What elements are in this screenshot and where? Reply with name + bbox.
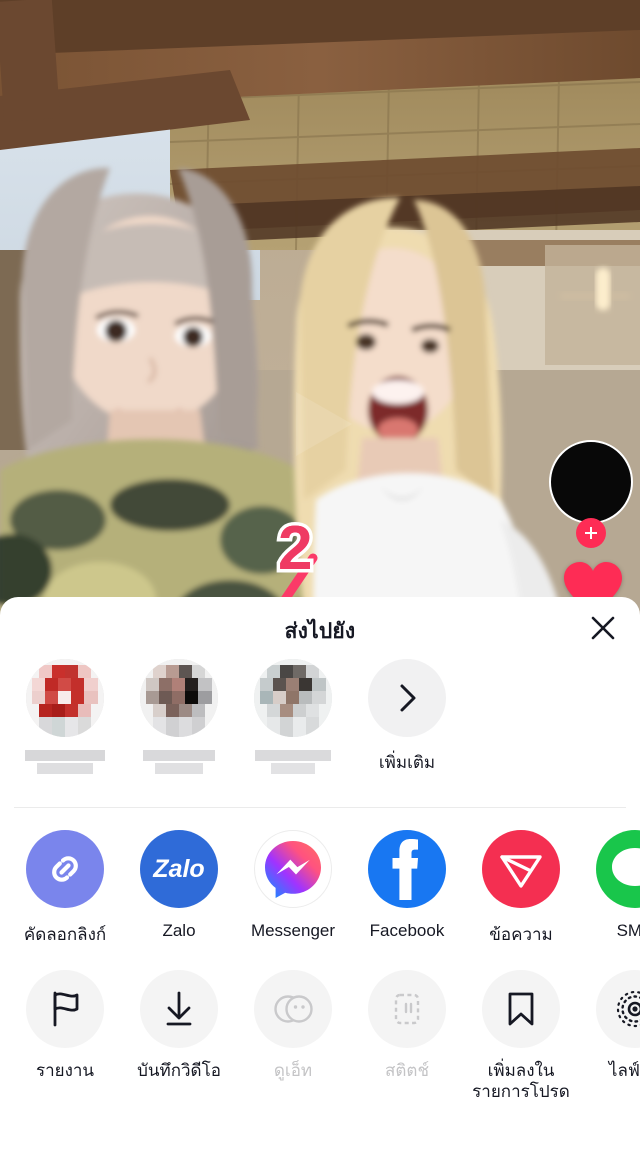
flag-icon xyxy=(53,991,79,1027)
blurred-name-icon xyxy=(25,750,105,774)
follow-button[interactable] xyxy=(576,518,606,548)
sms-bubble-icon xyxy=(612,848,640,886)
plus-icon xyxy=(585,527,597,539)
creator-avatar-wrap[interactable] xyxy=(549,440,633,548)
action-stitch: สติตช์ xyxy=(350,970,464,1081)
facebook-icon xyxy=(392,839,418,900)
tiktok-screen: 2 2 ส่งไปยัง เพิ่มเติม คัดลอกลิงก์ Zalo … xyxy=(0,0,640,1152)
duet-icon xyxy=(274,995,313,1023)
app-label: Messenger xyxy=(250,921,336,940)
friend-name-redacted xyxy=(137,747,221,777)
close-icon xyxy=(591,616,615,640)
share-app-zalo[interactable]: Zalo Zalo xyxy=(122,830,236,941)
live-photo-circle[interactable] xyxy=(596,970,640,1048)
blurred-name-icon xyxy=(143,750,215,774)
link-icon xyxy=(52,856,78,882)
action-label: ไลฟ์โฟ xyxy=(608,1061,640,1080)
friend-item[interactable] xyxy=(122,655,236,777)
action-label: สติตช์ xyxy=(385,1061,429,1080)
report-circle[interactable] xyxy=(26,970,104,1048)
friend-item[interactable] xyxy=(8,655,122,777)
more-recipients-button[interactable]: เพิ่มเติม xyxy=(350,655,464,776)
share-app-copy-link[interactable]: คัดลอกลิงก์ xyxy=(8,830,122,948)
favorites-circle[interactable] xyxy=(482,970,560,1048)
pixelated-avatar-icon xyxy=(140,659,218,737)
friend-avatar-redacted xyxy=(140,659,218,737)
friend-avatar-redacted xyxy=(254,659,332,737)
action-duet: ดูเอ็ท xyxy=(236,970,350,1081)
zalo-circle[interactable]: Zalo xyxy=(140,830,218,908)
action-label: รายงาน xyxy=(35,1061,95,1080)
friends-row: เพิ่มเติม xyxy=(0,655,640,807)
sms-circle[interactable] xyxy=(596,830,640,908)
sheet-title: ส่งไปยัง xyxy=(284,620,356,643)
stitch-circle xyxy=(368,970,446,1048)
friend-item[interactable] xyxy=(236,655,350,777)
avatar[interactable] xyxy=(549,440,633,524)
stitch-icon xyxy=(394,993,420,1025)
svg-text:Zalo: Zalo xyxy=(152,855,204,883)
share-app-messenger[interactable]: Messenger xyxy=(236,830,350,941)
app-label: SMS xyxy=(616,921,640,940)
blurred-name-icon xyxy=(255,750,331,774)
copy-link-circle[interactable] xyxy=(26,830,104,908)
action-add-to-favorites[interactable]: เพิ่มลงใน รายการโปรด xyxy=(464,970,578,1103)
close-button[interactable] xyxy=(584,609,622,647)
messenger-icon xyxy=(265,841,321,898)
action-label: บันทึกวิดีโอ xyxy=(137,1061,221,1080)
sheet-header: ส่งไปยัง xyxy=(0,597,640,655)
friend-name-redacted xyxy=(251,747,335,777)
friend-name-redacted xyxy=(23,747,107,777)
share-app-message[interactable]: ข้อความ xyxy=(464,830,578,948)
share-sheet: ส่งไปยัง เพิ่มเติม คัดลอกลิงก์ Zalo Zalo… xyxy=(0,597,640,1152)
messenger-circle[interactable] xyxy=(254,830,332,908)
app-label: Zalo xyxy=(162,921,196,940)
send-triangle-icon xyxy=(500,855,542,888)
share-app-sms[interactable]: SMS xyxy=(578,830,640,941)
save-video-circle[interactable] xyxy=(140,970,218,1048)
action-row: รายงาน บันทึกวิดีโอ ดูเอ็ท สติตช์ เพิ่มล… xyxy=(0,960,640,1103)
friend-avatar-redacted xyxy=(26,659,104,737)
zalo-icon: Zalo xyxy=(152,855,204,883)
facebook-circle[interactable] xyxy=(368,830,446,908)
more-label: เพิ่มเติม xyxy=(378,753,436,772)
share-app-row: คัดลอกลิงก์ Zalo Zalo Messenger Facebook… xyxy=(0,808,640,960)
action-live-photo[interactable]: ไลฟ์โฟ xyxy=(578,970,640,1081)
action-label: ดูเอ็ท xyxy=(273,1061,313,1080)
pixelated-avatar-icon xyxy=(254,659,332,737)
duet-circle xyxy=(254,970,332,1048)
more-circle[interactable] xyxy=(368,659,446,737)
pixelated-avatar-icon xyxy=(26,659,104,737)
action-report[interactable]: รายงาน xyxy=(8,970,122,1081)
bookmark-icon xyxy=(508,992,534,1026)
action-label: เพิ่มลงใน รายการโปรด xyxy=(472,1061,570,1102)
download-icon xyxy=(166,991,192,1026)
share-app-facebook[interactable]: Facebook xyxy=(350,830,464,941)
app-label: คัดลอกลิงก์ xyxy=(23,925,107,944)
message-circle[interactable] xyxy=(482,830,560,908)
app-label: Facebook xyxy=(369,921,445,940)
chevron-right-icon xyxy=(400,684,416,712)
action-save-video[interactable]: บันทึกวิดีโอ xyxy=(122,970,236,1081)
app-label: ข้อความ xyxy=(489,925,553,944)
live-photo-icon xyxy=(616,990,640,1028)
